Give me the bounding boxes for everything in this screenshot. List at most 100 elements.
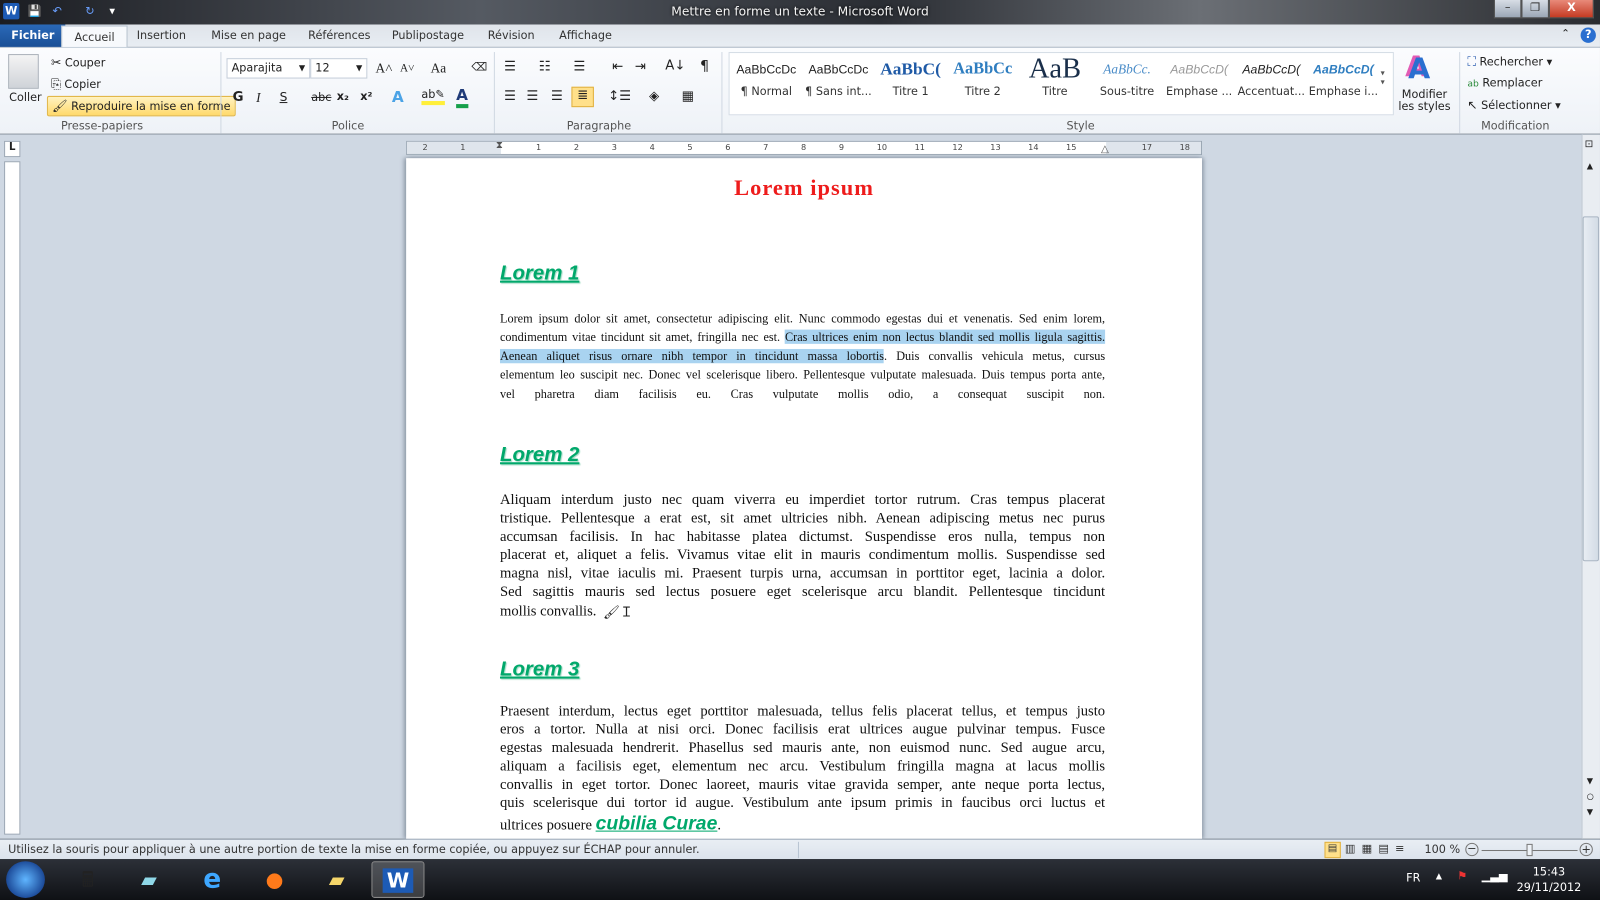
align-center-icon[interactable]: ☰ — [527, 89, 539, 104]
style-name: ¶ Normal — [740, 84, 792, 98]
document-page[interactable]: Lorem ipsum Lorem 1 Lorem ipsum dolor si… — [406, 158, 1203, 839]
firefox-icon[interactable]: ● — [248, 861, 301, 898]
tab-selector-icon[interactable]: L — [4, 140, 21, 158]
cut-button[interactable]: ✂ Couper — [51, 55, 105, 69]
find-button[interactable]: ⛶ Rechercher ▾ — [1467, 54, 1552, 69]
tab-publipostage[interactable]: Publipostage — [380, 24, 477, 46]
align-left-icon[interactable]: ☰ — [504, 89, 516, 104]
highlight-color-icon[interactable]: ab✎ — [421, 88, 445, 106]
zoom-out-button[interactable]: − — [1465, 843, 1479, 857]
shading-icon[interactable]: ◈ — [649, 89, 659, 104]
justify-icon[interactable]: ≣ — [571, 86, 594, 108]
start-button[interactable] — [6, 861, 45, 898]
network-icon[interactable]: ▁▃▅ — [1482, 869, 1508, 882]
style-item[interactable]: AaBbCc Titre 2 — [947, 54, 1018, 111]
tab-affichage[interactable]: Affichage — [547, 24, 624, 46]
zoom-level[interactable]: 100 % — [1424, 843, 1460, 856]
zoom-in-button[interactable]: + — [1579, 842, 1593, 857]
decrease-indent-icon[interactable]: ⇤ — [612, 59, 623, 74]
ruler-toggle-icon[interactable]: ⊡ — [1585, 139, 1594, 150]
tab-fichier[interactable]: Fichier — [0, 24, 66, 47]
clock[interactable]: 15:43 29/11/2012 — [1510, 864, 1588, 895]
ruler-tick-label: 7 — [763, 142, 769, 153]
superscript-button[interactable]: x² — [360, 90, 372, 103]
browse-buttons[interactable]: ▼ ○ ▼ — [1587, 773, 1594, 819]
style-item[interactable]: AaBbCcDc ¶ Normal — [731, 54, 802, 111]
text-line: Aliquam interdum justo nec quam viverra … — [499, 491, 1106, 509]
tab-accueil[interactable]: Accueil — [61, 25, 128, 48]
text-line: vel pharetra diam facilisis eu. Cras vul… — [500, 384, 1105, 403]
horizontal-ruler[interactable]: 2 1 1 2 3 4 5 6 7 8 9 10 11 12 13 14 15 17 18 ⧗ △ — [406, 140, 1203, 156]
style-item[interactable]: AaBbCcD(Emphase ... — [1163, 54, 1234, 111]
tab-references[interactable]: Références — [296, 24, 383, 46]
replace-button[interactable]: ab Remplacer — [1467, 77, 1542, 90]
minimize-button[interactable]: – — [1493, 0, 1522, 19]
bullets-icon[interactable]: ☰ — [504, 59, 516, 74]
underline-button[interactable]: S — [280, 90, 288, 104]
font-color-icon[interactable]: A — [456, 86, 468, 109]
close-button[interactable]: X — [1548, 0, 1594, 19]
style-item[interactable]: AaBbCcDc ¶ Sans int... — [803, 54, 874, 111]
scrollbar-thumb[interactable] — [1582, 216, 1599, 562]
sort-icon[interactable]: A↓ — [665, 58, 685, 73]
zoom-slider-thumb[interactable] — [1526, 843, 1533, 857]
select-label: Sélectionner — [1481, 98, 1552, 113]
select-button[interactable]: ↖ Sélectionner ▾ — [1467, 98, 1560, 112]
subscript-button[interactable]: x₂ — [337, 90, 349, 103]
indent-marker[interactable]: ⧗ — [496, 140, 503, 151]
scroll-up-icon[interactable]: ▲ — [1587, 161, 1593, 170]
style-item[interactable]: AaBbC(Titre 1 — [875, 54, 946, 111]
notes-icon[interactable]: ▰ — [122, 861, 175, 898]
view-buttons[interactable]: ▥▦▤≡ — [1345, 842, 1411, 855]
text-effects-icon[interactable]: A — [392, 88, 404, 106]
file-explorer-icon[interactable]: ▰ — [310, 861, 363, 898]
strikethrough-button[interactable]: abc — [311, 91, 331, 104]
find-label: Rechercher — [1479, 55, 1544, 69]
help-icon[interactable]: ? — [1580, 27, 1596, 43]
shrink-font-button[interactable]: A˅ — [400, 62, 414, 74]
borders-icon[interactable]: ▦ — [682, 89, 695, 104]
paragraph-3[interactable]: Praesent interdum, lectus eget porttitor… — [500, 702, 1105, 834]
font-name-combo[interactable]: Aparajita ▼ — [226, 58, 311, 79]
paste-icon[interactable] — [8, 54, 39, 89]
selected-text: Aenean aliquet risus ornare nibh tempor … — [499, 348, 885, 364]
multilevel-list-icon[interactable]: ☰ — [573, 59, 585, 74]
restore-button[interactable]: ❐ — [1521, 0, 1549, 19]
word-taskbar-button[interactable]: W — [371, 861, 425, 898]
line-spacing-icon[interactable]: ↕☰ — [608, 89, 631, 104]
copy-button[interactable]: ⎘ Copier — [51, 77, 101, 92]
grow-font-button[interactable]: A˄ — [376, 60, 393, 76]
tab-insertion[interactable]: Insertion — [124, 24, 198, 46]
vertical-ruler[interactable] — [4, 161, 21, 835]
italic-button[interactable]: I — [256, 90, 260, 106]
print-layout-view-icon[interactable]: ▤ — [1324, 841, 1341, 859]
show-marks-button[interactable]: ¶ — [700, 58, 709, 74]
align-right-icon[interactable]: ☰ — [551, 89, 563, 104]
change-case-button[interactable]: Aa — [431, 60, 446, 76]
change-styles-button[interactable]: Modifier les styles — [1396, 88, 1453, 113]
format-painter-button[interactable]: 🖌 Reproduire la mise en forme — [46, 95, 236, 117]
tab-revision[interactable]: Révision — [476, 24, 547, 46]
paragraph-1[interactable]: Lorem ipsum dolor sit amet, consectetur … — [499, 309, 1105, 403]
show-hidden-icons[interactable]: ▲ — [1436, 871, 1442, 880]
bold-button[interactable]: G — [233, 90, 244, 105]
tab-mise-en-page[interactable]: Mise en page — [199, 24, 298, 46]
gallery-scroll-icon[interactable]: ▾ ▾ — [1381, 68, 1385, 86]
paragraph-2[interactable]: Aliquam interdum justo nec quam viverra … — [500, 491, 1105, 620]
style-item[interactable]: AaBbCc. Sous-titre — [1091, 54, 1162, 111]
font-size-combo[interactable]: 12 ▼ — [310, 58, 368, 79]
internet-explorer-icon[interactable]: e — [186, 861, 239, 898]
action-center-icon[interactable]: ⚑ — [1457, 869, 1467, 882]
style-item[interactable]: AaBbCcD(Accentuat... — [1236, 54, 1307, 111]
minimize-ribbon-icon[interactable]: ⌃ — [1561, 29, 1570, 40]
paste-button[interactable]: Coller — [9, 91, 41, 104]
clear-format-icon[interactable]: ⌫ — [471, 60, 487, 73]
numbering-icon[interactable]: ☷ — [539, 59, 551, 74]
increase-indent-icon[interactable]: ⇥ — [635, 59, 646, 74]
language-indicator[interactable]: FR — [1406, 871, 1420, 884]
calculator-icon[interactable]: 🖩 — [61, 861, 114, 898]
style-item[interactable]: AaB Titre — [1019, 54, 1090, 111]
right-indent-marker[interactable]: △ — [1101, 144, 1109, 155]
change-styles-icon[interactable]: A — [1408, 52, 1430, 86]
style-item[interactable]: AaBbCcD(Emphase i... — [1308, 54, 1379, 111]
